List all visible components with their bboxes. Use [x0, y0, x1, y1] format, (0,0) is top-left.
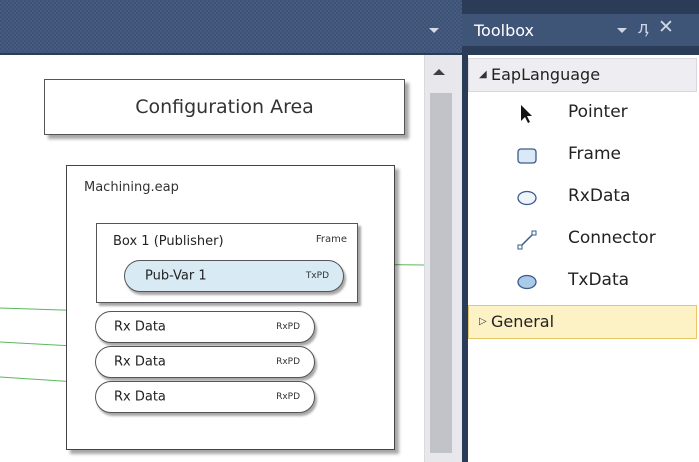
- box1-title: Box 1 (Publisher): [113, 234, 224, 249]
- category-eaplanguage[interactable]: ◢ EapLanguage: [468, 58, 697, 92]
- rx-data-type: RxPD: [276, 322, 300, 332]
- pointer-icon: [521, 105, 532, 123]
- txdata-icon: [517, 274, 537, 290]
- category-label: General: [491, 312, 555, 331]
- rx-data-label: Rx Data: [114, 319, 166, 335]
- tool-frame[interactable]: Frame: [468, 135, 695, 175]
- configuration-area-box[interactable]: Configuration Area: [44, 79, 405, 135]
- connector-icon: [517, 230, 537, 250]
- pub-var-node[interactable]: Pub-Var 1 TxPD: [124, 260, 344, 292]
- machining-label: Machining.eap: [84, 180, 179, 195]
- scroll-up-arrow-icon[interactable]: [433, 69, 445, 75]
- tool-connector[interactable]: Connector: [468, 219, 695, 259]
- collapsed-triangle-icon: ▷: [479, 316, 487, 327]
- frame-icon: [517, 148, 537, 164]
- tool-rxdata[interactable]: RxData: [468, 177, 695, 217]
- rx-data-type: RxPD: [276, 357, 300, 367]
- close-icon[interactable]: ✕: [658, 16, 674, 38]
- rx-data-type: RxPD: [276, 392, 300, 402]
- toolbox-title: Toolbox: [474, 21, 534, 40]
- tool-label: Pointer: [568, 102, 628, 122]
- tool-label: TxData: [568, 270, 630, 290]
- tool-label: Connector: [568, 228, 656, 248]
- window-position-dropdown-icon[interactable]: [617, 28, 627, 33]
- document-tab-strip: [0, 0, 462, 53]
- tool-pointer[interactable]: Pointer: [468, 93, 695, 133]
- toolbox-body: ◢ EapLanguage Pointer Frame RxData Conne…: [468, 55, 699, 462]
- designer-pane: Configuration Area Machining.eap Box 1 (…: [0, 0, 462, 462]
- vertical-scrollbar[interactable]: [424, 55, 457, 462]
- category-label: EapLanguage: [491, 65, 601, 84]
- rx-data-label: Rx Data: [114, 389, 166, 405]
- toolbox-panel: Toolbox ӆ ✕ ◢ EapLanguage Pointer Frame …: [462, 0, 699, 462]
- pub-var-label: Pub-Var 1: [145, 268, 207, 284]
- pub-var-type: TxPD: [305, 271, 329, 281]
- expanded-triangle-icon: ◢: [479, 69, 487, 80]
- rxdata-icon: [517, 190, 537, 206]
- category-general[interactable]: ▷ General: [468, 305, 697, 339]
- tool-label: RxData: [568, 186, 631, 206]
- tool-txdata[interactable]: TxData: [468, 261, 695, 301]
- rx-data-node[interactable]: Rx Data RxPD: [95, 311, 315, 343]
- tool-label: Frame: [568, 144, 621, 164]
- rx-data-node[interactable]: Rx Data RxPD: [95, 346, 315, 378]
- rx-data-label: Rx Data: [114, 354, 166, 370]
- tab-list-dropdown-icon[interactable]: [429, 28, 439, 33]
- toolbox-header: Toolbox ӆ ✕: [462, 14, 699, 46]
- box1-type-label: Frame: [315, 234, 347, 245]
- pin-icon[interactable]: ӆ: [638, 18, 649, 37]
- design-canvas[interactable]: Configuration Area Machining.eap Box 1 (…: [0, 55, 424, 462]
- rx-data-node[interactable]: Rx Data RxPD: [95, 381, 315, 413]
- scrollbar-thumb[interactable]: [430, 93, 452, 453]
- configuration-area-label: Configuration Area: [135, 96, 314, 118]
